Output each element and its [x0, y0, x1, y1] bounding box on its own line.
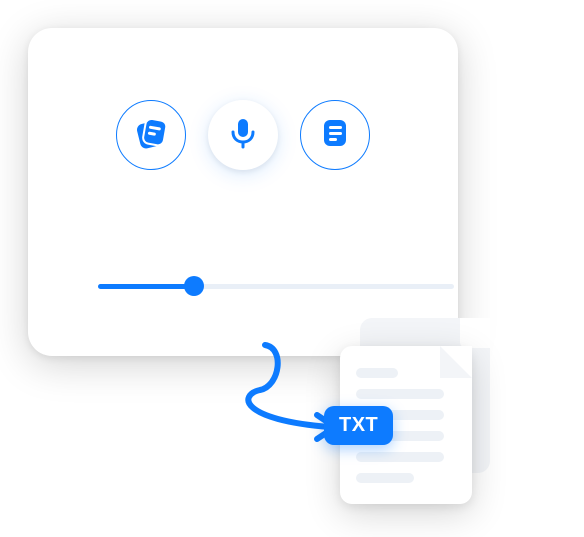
slider-fill: [98, 284, 194, 289]
document-icon: [316, 114, 354, 157]
transcribe-card: [28, 28, 458, 356]
playback-slider[interactable]: [98, 276, 454, 296]
file-format-badge: TXT: [324, 406, 393, 445]
mode-icons-row: [28, 100, 458, 170]
export-file-stack: TXT: [340, 318, 500, 518]
microphone-mode-button[interactable]: [208, 100, 278, 170]
file-front: TXT: [340, 346, 472, 504]
document-mode-button[interactable]: [300, 100, 370, 170]
microphone-icon: [224, 114, 262, 157]
notes-stack-icon: [130, 112, 172, 159]
notes-mode-button[interactable]: [116, 100, 186, 170]
slider-thumb[interactable]: [184, 276, 204, 296]
